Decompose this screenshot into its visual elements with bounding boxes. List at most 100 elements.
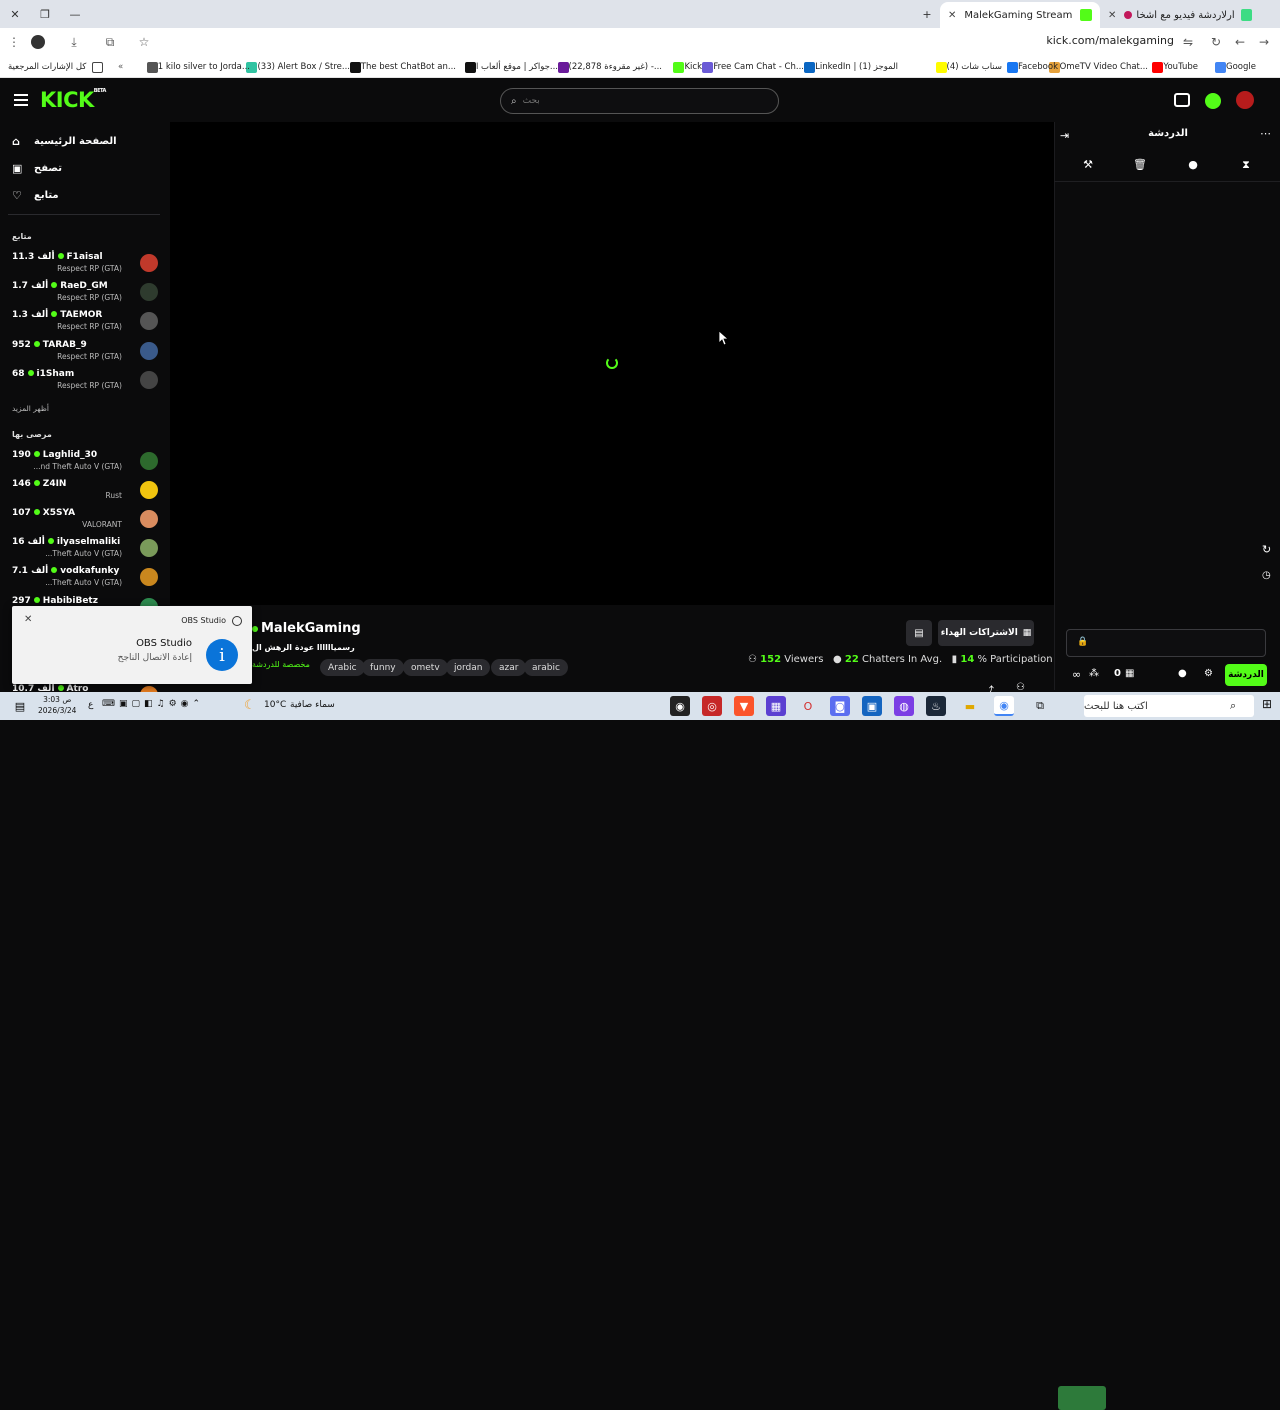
chat-send-button[interactable]: الدردشة [1225,664,1267,686]
obs-notification[interactable]: ✕ OBS Studio OBS Studio إعادة الاتصال ال… [12,606,252,684]
kick-points-icon[interactable] [1205,93,1221,109]
reload-icon[interactable]: ↻ [1206,32,1226,52]
following-channel[interactable]: 1.7 ألف RaeD_GM Respect RP (GTA) [12,281,162,309]
tag-pill[interactable]: azar [491,659,527,676]
settings-gear-icon[interactable]: ⚙ [1204,668,1213,679]
opera-taskbar-icon[interactable]: O [798,696,818,716]
following-channel[interactable]: 68 i1Sham Respect RP (GTA) [12,369,162,397]
close-tab-icon[interactable]: ✕ [948,10,956,21]
back-icon[interactable]: → [1254,32,1274,52]
menu-hamburger-icon[interactable] [14,94,28,106]
kick-logo[interactable]: KICKBETA [40,88,106,112]
following-channel[interactable]: 1.3 ألف TAEMOR Respect RP (GTA) [12,310,162,338]
refresh-icon[interactable]: ↻ [1262,543,1271,556]
bookmark-item[interactable]: The best ChatBot an... [346,59,456,75]
app-taskbar-icon[interactable]: ◍ [894,696,914,716]
download-icon[interactable]: ⤓ [64,32,84,52]
forward-icon[interactable]: ← [1230,32,1250,52]
discord-taskbar-icon[interactable]: ◙ [830,696,850,716]
start-button[interactable]: ⊞ [1262,697,1272,711]
tag-pill[interactable]: funny [362,659,404,676]
hourglass-icon[interactable]: ⧗ [1238,158,1254,174]
streamer-name[interactable]: MalekGaming [261,621,361,636]
bookmark-item[interactable]: 1 kilo silver to Jorda... [143,59,250,75]
menu-dots-icon[interactable]: ⋮ [4,32,24,52]
bookmark-item[interactable]: Kick [669,59,702,75]
bookmarks-overflow-icon[interactable]: « [118,59,123,75]
task-view-icon[interactable]: ⧉ [1030,696,1050,716]
close-icon[interactable]: ✕ [24,614,32,625]
close-tab-icon[interactable]: ✕ [1108,10,1116,21]
search-input[interactable] [522,96,768,106]
clip-button[interactable]: ▤ [906,620,932,646]
following-channel[interactable]: 952 TARAB_9 Respect RP (GTA) [12,340,162,368]
steam-taskbar-icon[interactable]: ♨ [926,696,946,716]
tab-video-chat[interactable]: أرلاردشة فيديو مع أشخاص ✕ [1100,2,1260,28]
tag-pill[interactable]: Arabic [320,659,365,676]
user-avatar[interactable] [1236,91,1254,109]
gift-icon[interactable] [1174,93,1190,107]
store-taskbar-icon[interactable]: ▣ [862,696,882,716]
chat-bubble-icon[interactable]: ● [1185,158,1201,174]
system-tray-icons[interactable]: ⌨▣▢◧♫⚙◉⌃ [102,699,204,709]
app-taskbar-icon[interactable]: ◎ [702,696,722,716]
trash-icon[interactable]: 🗑 [1132,158,1148,174]
bookmark-item[interactable]: OmeTV Video Chat... [1045,59,1148,75]
bookmark-item[interactable]: Facebook [1003,59,1058,75]
recommended-channel[interactable]: 190 Laghlid_30 ...nd Theft Auto V (GTA) [12,450,162,478]
bookmark-item[interactable]: YouTube [1148,59,1198,75]
url-field[interactable]: kick.com/malekgaming [1046,34,1174,47]
nav-home[interactable]: ⌂ الصفحة الرئيسية [12,132,117,150]
bookmark-star-icon[interactable]: ☆ [134,32,154,52]
obs-taskbar-icon[interactable]: ◉ [670,696,690,716]
explorer-taskbar-icon[interactable]: ▬ [960,696,980,716]
gift-chat-icon[interactable]: ▦ [1125,668,1134,679]
show-more-link[interactable]: أظهر المزيد [12,404,49,413]
maximize-window-icon[interactable]: ❐ [30,0,60,28]
app-taskbar-icon[interactable]: ▦ [766,696,786,716]
all-bookmarks[interactable]: كل الإشارات المرجعية [8,59,104,75]
emote-icon[interactable]: ● [1178,668,1187,679]
recommended-channel[interactable]: 107 X5SYA VALORANT [12,508,162,536]
nav-browse[interactable]: ▣ تصفح [12,159,62,177]
site-settings-icon[interactable]: ⇋ [1178,32,1198,52]
bookmark-item[interactable]: (22,878 غير مقروءة) -... [554,59,662,75]
profile-avatar[interactable] [28,32,48,52]
gift-subs-button[interactable]: الاشتراكات الهداء ▦ [938,620,1034,646]
infinity-icon[interactable]: ∞ [1072,668,1081,681]
notifications-icon[interactable]: ▤ [10,696,30,716]
bookmark-item[interactable]: (4) سناب شات [932,59,1002,75]
bookmark-item[interactable]: جواكر | موقع ألعاب ا... [461,59,558,75]
extensions-icon[interactable]: ⧉ [100,32,120,52]
hammer-icon[interactable]: ⚒ [1080,158,1096,174]
clock[interactable]: 3:03 ص 2026/3/24 [38,694,76,716]
search-bar[interactable]: ⌕ [500,88,779,114]
chat-options-icon[interactable]: ⋯ [1260,127,1271,140]
bookmark-item[interactable]: (33) Alert Box / Stre... [242,59,350,75]
tab-malekgaming[interactable]: MalekGaming Stream - Watch ✕ [940,2,1100,28]
minimize-window-icon[interactable]: — [60,0,90,28]
chrome-taskbar-icon[interactable]: ◉ [994,696,1014,716]
group-icon[interactable]: ⁂ [1089,668,1099,679]
taskbar-search[interactable]: اكتب هنا للبحث [1084,695,1254,717]
tag-pill[interactable]: jordan [446,659,491,676]
following-channel[interactable]: 11.3 ألف F1aisal Respect RP (GTA) [12,252,162,280]
brave-taskbar-icon[interactable]: ▼ [734,696,754,716]
stream-category[interactable]: مخصصة للدردشة [252,660,310,669]
language-indicator[interactable]: ع [88,700,93,710]
recommended-channel[interactable]: 146 Z4IN Rust [12,479,162,507]
tag-pill[interactable]: ometv [403,659,448,676]
history-icon[interactable]: ◷ [1262,570,1271,581]
close-window-icon[interactable]: ✕ [0,0,30,28]
bookmark-item[interactable]: Google [1211,59,1256,75]
recommended-channel[interactable]: 7.1 ألف vodkafunky ...Theft Auto V (GTA) [12,566,162,594]
new-tab-button[interactable]: + [912,0,942,28]
chat-input[interactable]: 🔒 [1066,629,1266,657]
collapse-chat-icon[interactable]: ⇥ [1060,129,1069,142]
moon-weather-icon: ☾ [244,698,256,713]
bookmark-item[interactable]: LinkedIn | (1) الموجز [800,59,898,75]
nav-following[interactable]: ♡ متابع [12,186,59,204]
recommended-channel[interactable]: 16 ألف ilyaselmaliki ...Theft Auto V (GTA… [12,537,162,565]
bookmark-item[interactable]: Free Cam Chat - Ch... [698,59,804,75]
tag-pill[interactable]: arabic [524,659,568,676]
